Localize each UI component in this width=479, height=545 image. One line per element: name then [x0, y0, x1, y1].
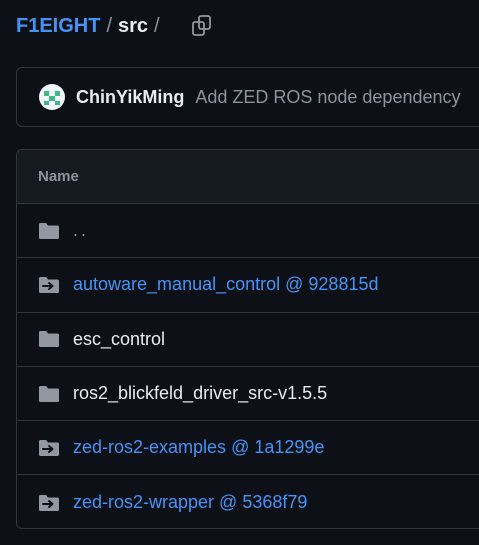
- directory-link[interactable]: esc_control: [73, 329, 165, 350]
- folder-icon: [38, 329, 62, 349]
- latest-commit-box: ChinYikMing Add ZED ROS node dependency: [16, 67, 479, 127]
- column-header-name: Name: [38, 168, 79, 185]
- submodule-link[interactable]: zed-ros2-examples @ 1a1299e: [73, 437, 324, 458]
- parent-dir-link[interactable]: ..: [73, 220, 89, 241]
- table-row[interactable]: zed-ros2-examples @ 1a1299e: [17, 421, 479, 476]
- submodule-folder-icon: [38, 438, 62, 458]
- table-row[interactable]: zed-ros2-wrapper @ 5368f79: [17, 475, 479, 528]
- submodule-link[interactable]: zed-ros2-wrapper @ 5368f79: [73, 492, 307, 513]
- avatar[interactable]: [39, 84, 65, 110]
- table-row[interactable]: ros2_blickfeld_driver_src-v1.5.5: [17, 367, 479, 422]
- copy-icon: [191, 15, 211, 36]
- submodule-folder-icon: [38, 275, 62, 295]
- submodule-link[interactable]: autoware_manual_control @ 928815d: [73, 274, 378, 295]
- commit-author[interactable]: ChinYikMing: [76, 87, 184, 108]
- folder-icon: [38, 221, 62, 241]
- breadcrumb-separator: /: [106, 14, 113, 37]
- table-row[interactable]: ..: [17, 204, 479, 259]
- breadcrumb: F1EIGHT / src /: [16, 10, 216, 42]
- folder-icon: [38, 384, 62, 404]
- copy-path-button[interactable]: [188, 12, 216, 40]
- breadcrumb-separator-trailing: /: [154, 14, 160, 37]
- table-row[interactable]: autoware_manual_control @ 928815d: [17, 258, 479, 313]
- directory-link[interactable]: ros2_blickfeld_driver_src-v1.5.5: [73, 383, 327, 404]
- submodule-folder-icon: [38, 493, 62, 513]
- identicon-icon: [44, 91, 60, 105]
- file-table: Name .. autoware_manual_control @ 928815d…: [16, 149, 479, 529]
- table-header: Name: [17, 150, 479, 204]
- breadcrumb-repo-link[interactable]: F1EIGHT: [16, 15, 100, 38]
- breadcrumb-current-dir: src: [118, 14, 149, 37]
- commit-message[interactable]: Add ZED ROS node dependency: [195, 87, 460, 108]
- table-row[interactable]: esc_control: [17, 313, 479, 367]
